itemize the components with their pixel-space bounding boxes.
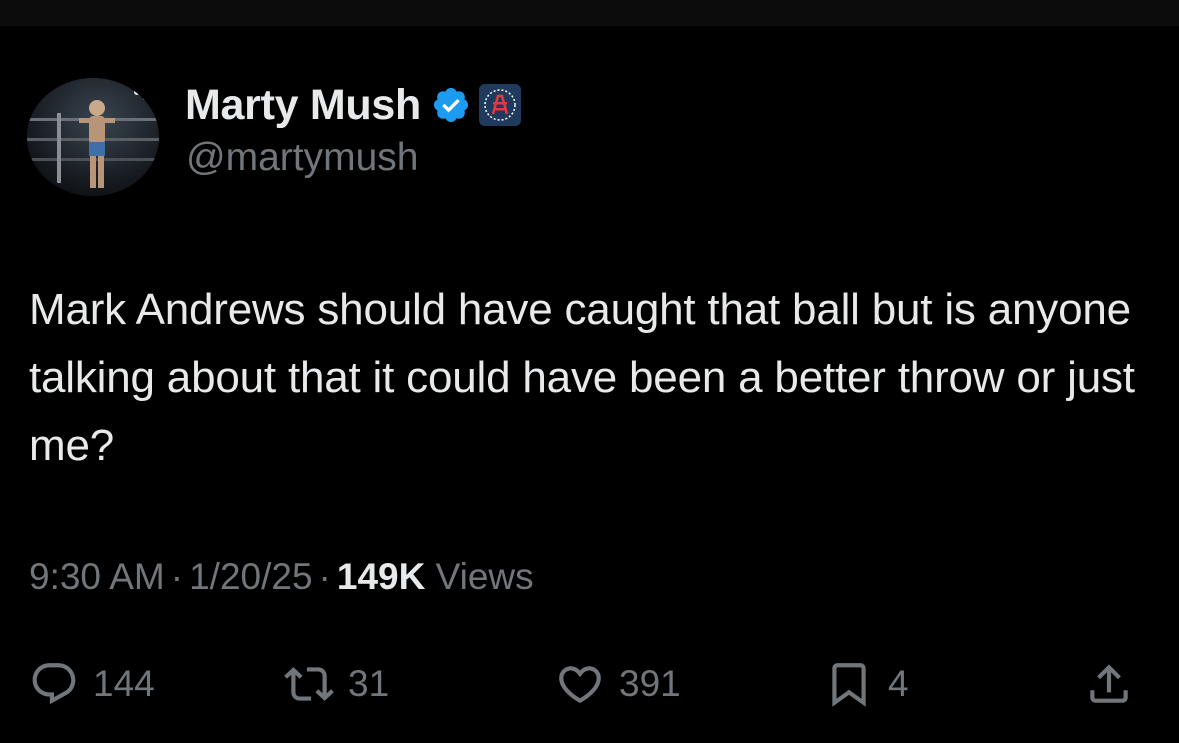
reply-icon [29, 659, 79, 709]
author-handle[interactable]: @martymush [186, 136, 418, 180]
avatar-image [27, 78, 159, 196]
retweet-count: 31 [348, 663, 390, 704]
views-label[interactable]: Views [436, 556, 534, 597]
bookmark-count: 4 [888, 663, 909, 704]
tweet-text: Mark Andrews should have caught that bal… [29, 285, 1135, 470]
retweet-button[interactable]: 31 [284, 652, 389, 716]
share-button[interactable] [1084, 652, 1134, 716]
views-count[interactable]: 149K [337, 556, 425, 597]
retweet-icon [284, 659, 334, 709]
tweet-time[interactable]: 9:30 AM [29, 556, 165, 597]
barstool-affiliate-icon[interactable] [478, 84, 521, 126]
like-count: 391 [619, 663, 681, 704]
author-name-row: Marty Mush [185, 80, 521, 130]
avatar[interactable] [27, 78, 159, 196]
author-display-name[interactable]: Marty Mush [185, 81, 421, 130]
reply-button[interactable]: 144 [29, 652, 155, 716]
tweet-meta: 9:30 AM · 1/20/25 · 149K Views [29, 556, 534, 598]
verified-badge-icon[interactable] [431, 85, 471, 125]
bookmark-icon [824, 659, 874, 709]
meta-separator: · [318, 556, 331, 597]
bookmark-button[interactable]: 4 [824, 652, 909, 716]
heart-icon [555, 659, 605, 709]
like-button[interactable]: 391 [555, 652, 681, 716]
tweet-date[interactable]: 1/20/25 [189, 556, 312, 597]
top-bar [0, 0, 1179, 26]
meta-separator: · [170, 556, 184, 597]
reply-count: 144 [93, 663, 155, 704]
share-icon [1084, 659, 1134, 709]
